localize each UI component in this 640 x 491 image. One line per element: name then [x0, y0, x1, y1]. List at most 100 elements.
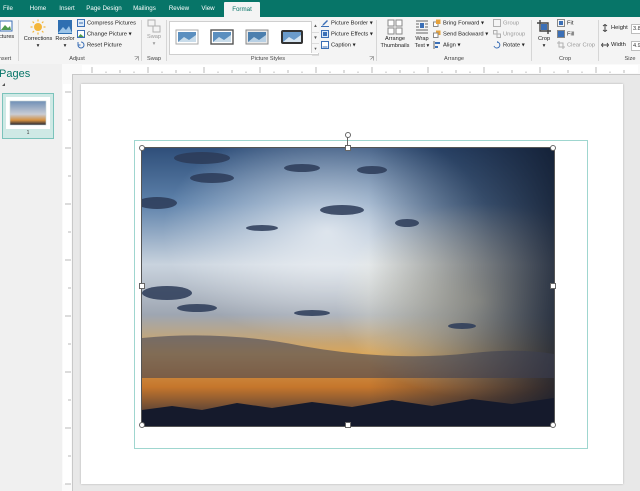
- arrange-thumbnails-button[interactable]: Arrange Thumbnails: [378, 19, 412, 49]
- dropdown-arrow-icon: ▾: [542, 42, 546, 49]
- bring-forward-button[interactable]: Bring Forward ▾: [433, 19, 484, 28]
- dropdown-arrow-icon: ▾: [369, 20, 373, 27]
- group-separator: [376, 20, 377, 61]
- fit-icon: [557, 19, 565, 27]
- page-thumbnail[interactable]: 1: [2, 93, 54, 139]
- tab-mailings[interactable]: Mailings: [129, 0, 160, 17]
- recolor-button[interactable]: Recolor ▾: [55, 19, 75, 49]
- group-separator: [166, 20, 167, 61]
- width-icon: [601, 42, 609, 48]
- group-separator: [18, 20, 19, 61]
- group-button[interactable]: Group: [493, 19, 519, 28]
- ungroup-button[interactable]: Ungroup: [493, 30, 525, 39]
- tab-home[interactable]: Home: [25, 0, 51, 17]
- caption-icon: [321, 41, 329, 49]
- horizontal-ruler-ticks: [82, 65, 638, 73]
- tab-insert[interactable]: Insert: [55, 0, 79, 17]
- gallery-scroll-up-icon[interactable]: ▲: [312, 21, 319, 33]
- crop-icon: [537, 20, 551, 34]
- page-thumbnail-preview: [6, 97, 50, 129]
- crop-group-label: Crop: [558, 56, 572, 62]
- caption-button[interactable]: Caption ▾: [321, 41, 356, 50]
- height-icon: [602, 24, 608, 32]
- align-button[interactable]: Align ▾: [433, 41, 460, 50]
- resize-handle-top-right[interactable]: [550, 145, 556, 151]
- resize-handle-left[interactable]: [139, 283, 145, 289]
- gallery-scrollbar[interactable]: ▲ ▼ ▾: [311, 21, 319, 56]
- workspace-canvas[interactable]: [73, 75, 640, 491]
- rotate-button[interactable]: Rotate ▾: [493, 41, 525, 50]
- tab-review[interactable]: Review: [165, 0, 193, 17]
- tab-file[interactable]: File: [0, 0, 16, 17]
- resize-handle-top[interactable]: [345, 145, 351, 151]
- sun-icon: [30, 19, 46, 35]
- ungroup-icon: [493, 30, 501, 38]
- crop-button[interactable]: Crop ▾: [534, 19, 554, 49]
- width-input[interactable]: 4.9: [631, 41, 640, 51]
- align-icon: [433, 41, 440, 49]
- recolor-icon: [58, 20, 72, 34]
- compress-pictures-button[interactable]: Compress Pictures: [77, 19, 136, 28]
- horizontal-ruler[interactable]: [62, 64, 640, 75]
- resize-handle-bottom-left[interactable]: [139, 422, 145, 428]
- swap-icon: [147, 19, 161, 33]
- change-picture-button[interactable]: Change Picture ▾: [77, 30, 132, 39]
- width-label: Width: [611, 42, 626, 48]
- page-number: 1: [26, 130, 30, 136]
- send-backward-button[interactable]: Send Backward ▾: [433, 30, 488, 39]
- dropdown-arrow-icon: ▾: [352, 42, 356, 49]
- group-separator: [141, 20, 142, 61]
- pictures-button[interactable]: ictures: [0, 19, 18, 41]
- resize-handle-top-left[interactable]: [139, 145, 145, 151]
- tab-page-design[interactable]: Page Design: [84, 0, 124, 17]
- picture-border-button[interactable]: Picture Border ▾: [321, 19, 373, 28]
- dropdown-arrow-icon: ▾: [36, 42, 40, 49]
- pages-pane-title: Pages: [0, 68, 31, 80]
- rotation-handle[interactable]: [345, 132, 351, 138]
- compress-icon: [77, 19, 85, 27]
- rotate-icon: [493, 41, 501, 49]
- size-group-label: Size: [624, 56, 636, 62]
- dropdown-arrow-icon: ▾: [128, 31, 132, 38]
- sunset-sky-picture[interactable]: [141, 147, 555, 427]
- dropdown-arrow-icon: ▾: [521, 42, 525, 49]
- style-thumbnail-icon: [175, 29, 199, 45]
- send-backward-icon: [433, 30, 441, 38]
- gallery-scroll-down-icon[interactable]: ▼: [312, 33, 319, 45]
- fit-button[interactable]: Fit: [557, 19, 573, 28]
- thumbnail-image: [9, 100, 47, 126]
- ribbon-tab-bar: File Home Insert Page Design Mailings Re…: [0, 0, 640, 17]
- picture-style-4[interactable]: [279, 26, 305, 48]
- tab-view[interactable]: View: [197, 0, 219, 17]
- picture-style-3[interactable]: [244, 26, 270, 48]
- change-picture-icon: [77, 30, 85, 38]
- dialog-launcher-icon[interactable]: [134, 56, 139, 61]
- insert-group-label: nsert: [0, 56, 12, 62]
- picture-style-1[interactable]: [174, 26, 200, 48]
- dialog-launcher-icon[interactable]: [369, 56, 374, 61]
- bring-forward-icon: [433, 19, 441, 27]
- resize-handle-bottom-right[interactable]: [550, 422, 556, 428]
- collapse-arrow-icon[interactable]: [1, 82, 6, 87]
- picture-style-2[interactable]: [209, 26, 235, 48]
- dropdown-arrow-icon: ▾: [63, 42, 67, 49]
- height-label: Height: [611, 25, 628, 31]
- tab-format[interactable]: Format: [224, 2, 260, 17]
- resize-handle-right[interactable]: [550, 283, 556, 289]
- picture-effects-button[interactable]: Picture Effects ▾: [321, 30, 373, 39]
- pen-icon: [321, 20, 329, 27]
- corrections-button[interactable]: Corrections ▾: [22, 19, 54, 49]
- picture-styles-gallery: [169, 21, 319, 55]
- fill-button[interactable]: Fill: [557, 30, 574, 39]
- publication-page[interactable]: [81, 84, 623, 484]
- wrap-text-icon: [416, 20, 428, 34]
- dropdown-arrow-icon: ▾: [481, 20, 484, 27]
- dropdown-arrow-icon: ▾: [152, 40, 156, 47]
- resize-handle-bottom[interactable]: [345, 422, 351, 428]
- reset-picture-button[interactable]: Reset Picture: [77, 41, 122, 50]
- vertical-ruler[interactable]: [62, 74, 73, 491]
- clear-crop-button[interactable]: Clear Crop: [557, 41, 595, 50]
- wrap-text-button[interactable]: Wrap Text ▾: [412, 19, 432, 49]
- height-input[interactable]: 3.8: [631, 24, 640, 34]
- swap-button[interactable]: Swap ▾: [143, 19, 165, 47]
